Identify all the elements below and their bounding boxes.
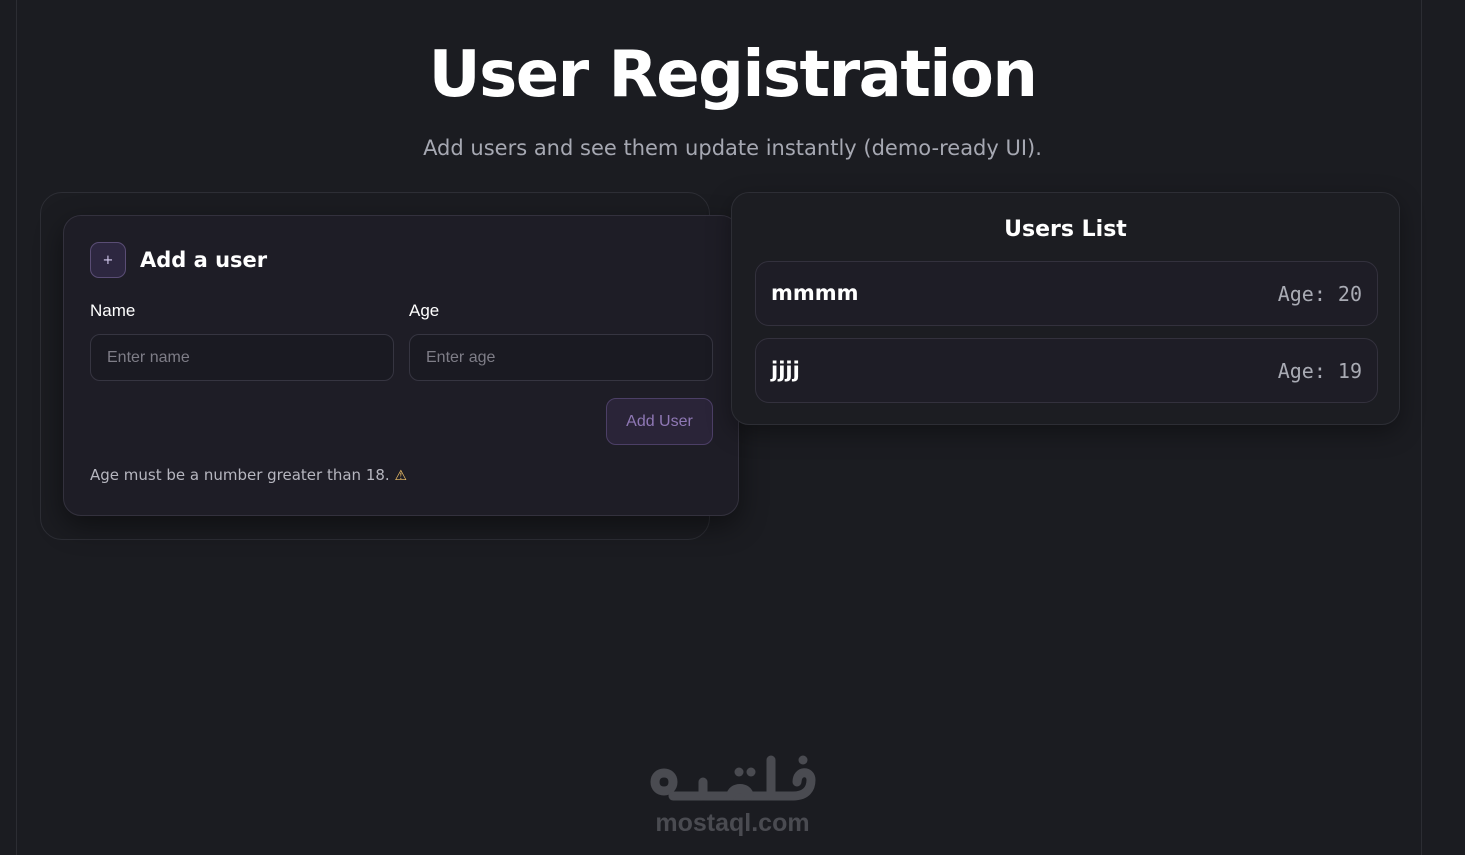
- age-input[interactable]: [409, 334, 713, 381]
- user-age: Age: 20: [1277, 282, 1362, 306]
- age-hint-text: Age must be a number greater than 18.: [90, 466, 390, 484]
- watermark-text: mostaql.com: [655, 809, 810, 837]
- add-user-card: + Add a user Name Age Add User Age must …: [63, 215, 739, 516]
- user-name: jjjj: [771, 358, 800, 382]
- users-list-card: Users List mmmm Age: 20 jjjj Age: 19: [731, 192, 1400, 425]
- age-hint: Age must be a number greater than 18. ⚠: [90, 466, 407, 484]
- add-user-title: Add a user: [140, 248, 268, 272]
- plus-icon[interactable]: +: [90, 242, 126, 278]
- page-subtitle: Add users and see them update instantly …: [423, 136, 1042, 160]
- mostaql-watermark: mostaql.com: [635, 752, 830, 842]
- users-list-title: Users List: [1004, 217, 1127, 242]
- mostaql-logo-icon: [650, 755, 816, 801]
- user-age: Age: 19: [1277, 359, 1362, 383]
- user-list-item: jjjj Age: 19: [755, 338, 1378, 403]
- name-label: Name: [90, 301, 136, 320]
- age-label: Age: [409, 301, 440, 320]
- name-input[interactable]: [90, 334, 394, 381]
- user-list-item: mmmm Age: 20: [755, 261, 1378, 326]
- page-title: User Registration: [428, 38, 1038, 112]
- warning-icon: ⚠: [394, 468, 408, 484]
- add-user-button[interactable]: Add User: [606, 398, 713, 445]
- user-name: mmmm: [771, 281, 859, 305]
